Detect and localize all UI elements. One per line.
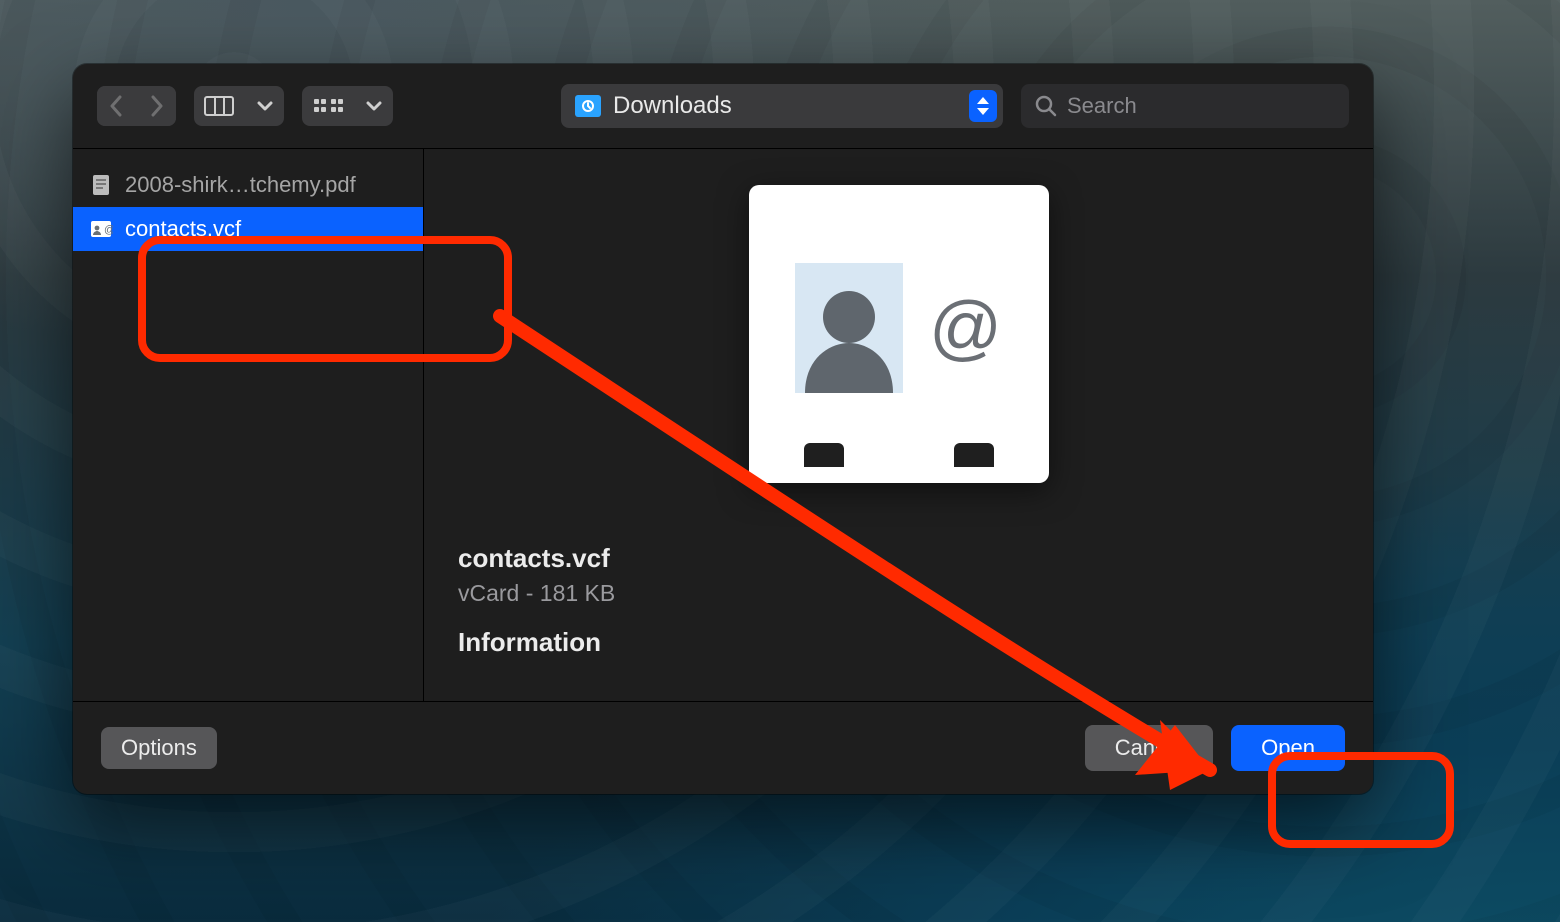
group-by-icon bbox=[312, 96, 344, 116]
open-file-dialog: Downloads 2008-shirk…tchemy.pdf @ contac… bbox=[73, 64, 1373, 794]
folder-icon bbox=[575, 95, 601, 117]
svg-text:@: @ bbox=[104, 224, 113, 236]
location-label: Downloads bbox=[613, 92, 732, 120]
chevron-right-icon bbox=[149, 95, 165, 117]
chevron-left-icon bbox=[108, 95, 124, 117]
file-name: 2008-shirk…tchemy.pdf bbox=[125, 172, 356, 198]
stepper-icon bbox=[969, 90, 997, 122]
options-button[interactable]: Options bbox=[101, 727, 217, 769]
grouping-button[interactable] bbox=[302, 86, 352, 126]
nav-forward-button[interactable] bbox=[137, 86, 175, 126]
vcard-preview-card: @ bbox=[749, 185, 1049, 483]
column-view-button[interactable] bbox=[194, 86, 244, 126]
nav-back-button[interactable] bbox=[97, 86, 135, 126]
preview-info-header: Information bbox=[458, 627, 1339, 658]
chevron-down-icon bbox=[366, 100, 382, 112]
dialog-body: 2008-shirk…tchemy.pdf @ contacts.vcf bbox=[73, 149, 1373, 701]
nav-back-forward-seg bbox=[97, 86, 176, 126]
dialog-toolbar: Downloads bbox=[73, 64, 1373, 149]
grouping-segment bbox=[302, 86, 393, 126]
preview-meta: contacts.vcf vCard - 181 KB Information bbox=[448, 543, 1349, 658]
person-icon bbox=[795, 263, 903, 393]
location-popup[interactable]: Downloads bbox=[561, 84, 1003, 128]
at-sign-icon: @ bbox=[929, 287, 1002, 369]
view-mode-dropdown-button[interactable] bbox=[246, 86, 284, 126]
chevron-down-icon bbox=[257, 100, 273, 112]
search-field-wrap bbox=[1021, 84, 1349, 128]
document-icon bbox=[89, 173, 113, 197]
open-button[interactable]: Open bbox=[1231, 725, 1345, 771]
cancel-button[interactable]: Cancel bbox=[1085, 725, 1213, 771]
preview-kind-size: vCard - 181 KB bbox=[458, 580, 1339, 607]
file-preview: @ contacts.vcf vCard - 181 KB Informatio… bbox=[424, 149, 1373, 701]
list-item[interactable]: @ contacts.vcf bbox=[73, 207, 423, 251]
preview-filename: contacts.vcf bbox=[458, 543, 1339, 574]
grouping-dropdown-button[interactable] bbox=[355, 86, 393, 126]
list-item[interactable]: 2008-shirk…tchemy.pdf bbox=[73, 163, 423, 207]
view-mode-segment bbox=[194, 86, 285, 126]
columns-icon bbox=[204, 96, 234, 116]
file-name: contacts.vcf bbox=[125, 216, 241, 242]
search-input[interactable] bbox=[1067, 93, 1355, 119]
rolodex-tabs-icon bbox=[749, 443, 1049, 483]
search-icon bbox=[1035, 95, 1057, 117]
vcard-icon: @ bbox=[89, 217, 113, 241]
dialog-footer: Options Cancel Open bbox=[73, 701, 1373, 794]
file-list[interactable]: 2008-shirk…tchemy.pdf @ contacts.vcf bbox=[73, 149, 424, 701]
vcard-graphic: @ bbox=[749, 213, 1049, 443]
